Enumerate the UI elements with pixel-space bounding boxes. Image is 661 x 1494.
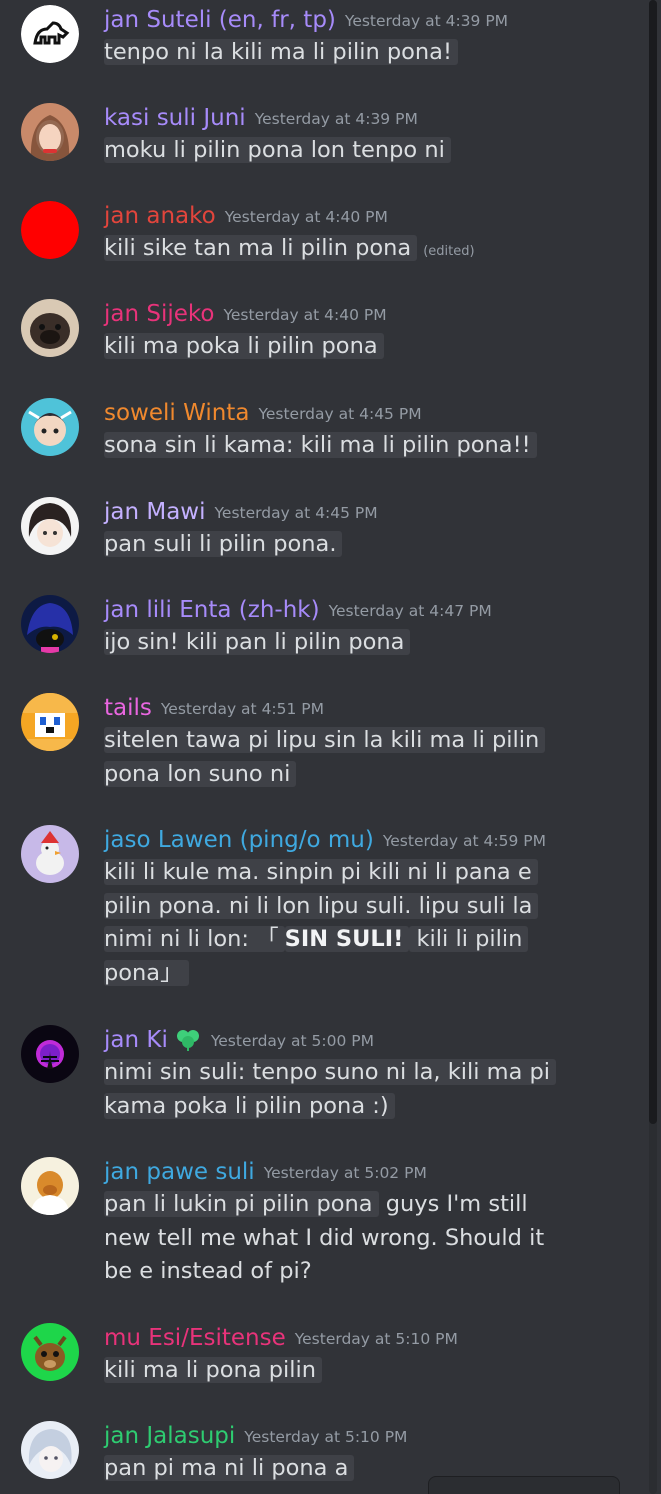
message-content: kili ma poka li pilin pona: [104, 331, 384, 365]
avatar[interactable]: [21, 595, 79, 653]
message-text: ijo sin! kili pan li pilin pona: [104, 629, 411, 655]
avatar[interactable]: [21, 299, 79, 357]
username[interactable]: jan Mawi: [104, 499, 206, 525]
username[interactable]: jan pawe suli: [104, 1159, 255, 1185]
username[interactable]: jan lili Enta (zh-hk): [104, 597, 320, 623]
message-content: kili ma li pona pilin: [104, 1355, 322, 1389]
message-text: sona sin li kama: kili ma li pilin pona!…: [104, 432, 537, 458]
message-text: pan li lukin pi pilin pona: [104, 1191, 379, 1217]
avatar[interactable]: [21, 398, 79, 456]
username[interactable]: jan Sijeko: [104, 301, 214, 327]
timestamp: Yesterday at 4:47 PM: [328, 602, 492, 620]
message-text: sitelen tawa pi lipu sin la kili ma li p…: [104, 727, 546, 753]
message-text: guys I'm still: [378, 1191, 528, 1217]
username[interactable]: jan Ki: [104, 1027, 168, 1053]
message-content: ijo sin! kili pan li pilin pona: [104, 627, 411, 661]
message-text: nimi sin suli: tenpo suno ni la, kili ma…: [104, 1059, 557, 1085]
message-text: moku li pilin pona lon tenpo ni: [104, 137, 451, 163]
scrollbar-thumb[interactable]: [649, 0, 657, 1124]
timestamp: Yesterday at 4:51 PM: [160, 700, 325, 718]
message-text-bold: SIN SULI!: [284, 926, 410, 952]
message-text: tenpo ni la kili ma li pilin pona!: [104, 39, 458, 65]
message-text: kili li pilin: [409, 926, 529, 952]
floating-toolbar[interactable]: [428, 1476, 620, 1494]
message-text: pan pi ma ni li pona a: [104, 1455, 355, 1481]
message-text: kili li kule ma. sinpin pi kili ni li pa…: [104, 859, 538, 885]
avatar[interactable]: [21, 825, 79, 883]
avatar[interactable]: [21, 5, 79, 63]
message-content: moku li pilin pona lon tenpo ni: [104, 135, 451, 169]
username[interactable]: tails: [104, 695, 152, 721]
message-text: nimi ni li lon: 「: [104, 926, 285, 952]
avatar[interactable]: [21, 693, 79, 751]
clover-badge-icon: [174, 1027, 202, 1055]
timestamp: Yesterday at 4:39 PM: [254, 110, 418, 128]
username[interactable]: jan Suteli (en, fr, tp): [104, 7, 336, 33]
timestamp: Yesterday at 4:59 PM: [382, 832, 546, 850]
message-text: pan suli li pilin pona.: [104, 531, 343, 557]
message-content: pan li lukin pi pilin pona guys I'm stil…: [104, 1189, 544, 1290]
timestamp: Yesterday at 5:10 PM: [244, 1428, 408, 1446]
timestamp: Yesterday at 5:02 PM: [263, 1164, 427, 1182]
message-content: kili sike tan ma li pilin pona (edited): [104, 233, 475, 267]
avatar[interactable]: [21, 1421, 79, 1479]
message-text: kili ma poka li pilin pona: [104, 333, 384, 359]
timestamp: Yesterday at 4:40 PM: [223, 306, 387, 324]
message-text: kili sike tan ma li pilin pona: [104, 235, 418, 261]
timestamp: Yesterday at 5:00 PM: [210, 1032, 374, 1050]
message-list[interactable]: jan Suteli (en, fr, tp) Yesterday at 4:39…: [0, 0, 645, 1494]
username[interactable]: kasi suli Juni: [104, 105, 246, 131]
timestamp: Yesterday at 4:39 PM: [344, 12, 509, 30]
message-content: sona sin li kama: kili ma li pilin pona!…: [104, 430, 537, 464]
message-text: kili ma li pona pilin: [104, 1357, 322, 1383]
timestamp: Yesterday at 5:10 PM: [294, 1330, 458, 1348]
message-text: pilin pona. ni li lon lipu suli. lipu su…: [104, 892, 539, 919]
avatar[interactable]: [21, 1157, 79, 1215]
avatar[interactable]: [21, 103, 79, 161]
avatar[interactable]: [21, 1025, 79, 1083]
timestamp: Yesterday at 4:45 PM: [258, 405, 422, 423]
message-text: pona lon suno ni: [104, 760, 297, 787]
avatar[interactable]: [21, 1323, 79, 1381]
edited-label: (edited): [423, 244, 475, 259]
message-text: kama poka li pilin pona :): [104, 1092, 395, 1119]
message-content: pan pi ma ni li pona a: [104, 1453, 355, 1487]
avatar[interactable]: [21, 497, 79, 555]
username[interactable]: jaso Lawen (ping/o mu): [104, 827, 374, 853]
timestamp: Yesterday at 4:45 PM: [214, 504, 378, 522]
message-text: new tell me what I did wrong. Should it: [104, 1224, 545, 1251]
message-text: pona」: [104, 959, 189, 986]
username[interactable]: jan anako: [104, 203, 216, 229]
message-content: sitelen tawa pi lipu sin la kili ma li p…: [104, 725, 546, 792]
timestamp: Yesterday at 4:40 PM: [224, 208, 388, 226]
message-content: tenpo ni la kili ma li pilin pona!: [104, 37, 458, 71]
message-content: pan suli li pilin pona.: [104, 529, 343, 563]
message-content: nimi sin suli: tenpo suno ni la, kili ma…: [104, 1057, 557, 1124]
username[interactable]: soweli Winta: [104, 400, 249, 426]
username[interactable]: mu Esi/Esitense: [104, 1325, 286, 1351]
message-text: be e instead of pi?: [104, 1258, 312, 1284]
username[interactable]: jan Jalasupi: [104, 1423, 235, 1449]
avatar[interactable]: [21, 201, 79, 259]
message-content: kili li kule ma. sinpin pi kili ni li pa…: [104, 857, 539, 991]
